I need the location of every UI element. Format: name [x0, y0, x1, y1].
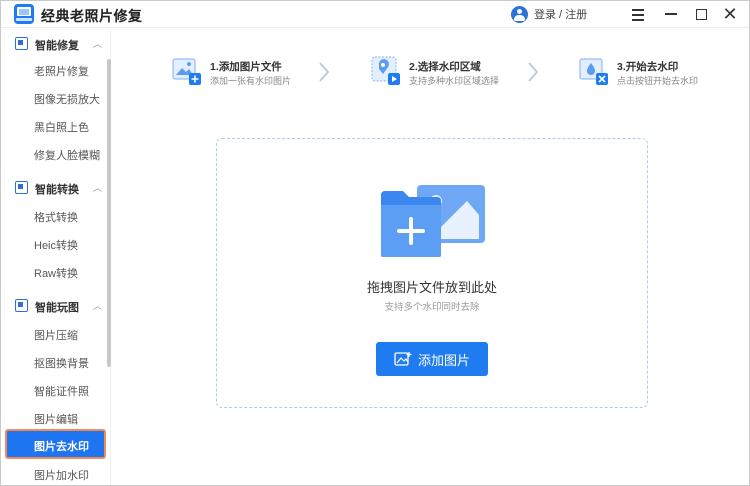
- maximize-icon[interactable]: [691, 4, 711, 24]
- sidebar-item-face-deblur[interactable]: 修复人脸模糊: [1, 142, 106, 166]
- remove-watermark-icon: [579, 58, 608, 85]
- sidebar-item-id-photo[interactable]: 智能证件照: [1, 378, 106, 402]
- repair-icon: [15, 37, 28, 50]
- sidebar-item-cutout-background[interactable]: 抠图换背景: [1, 350, 106, 374]
- sidebar-item-label: 抠图换背景: [34, 358, 89, 370]
- sidebar-item-label: 图片编辑: [34, 414, 78, 426]
- user-avatar-icon: [511, 5, 528, 23]
- sidebar-group-smart-repair[interactable]: 智能修复 ︿: [1, 31, 106, 57]
- step-title: 2.选择水印区域: [409, 61, 481, 73]
- sidebar-item-label: 智能证件照: [34, 386, 89, 398]
- minimize-icon[interactable]: [661, 4, 681, 24]
- sidebar-item-label: 黑白照上色: [34, 122, 89, 134]
- app-window: 经典老照片修复 登录 / 注册 ✕ 智能修复 ︿ 老照片修复 图像无损放大 黑白…: [0, 0, 750, 486]
- sidebar-item-heic-convert[interactable]: Heic转换: [1, 232, 106, 256]
- app-title: 经典老照片修复: [41, 8, 143, 24]
- sidebar-item-label: 修复人脸模糊: [34, 150, 100, 162]
- image-drop-zone[interactable]: 拖拽图片文件放到此处 支持多个水印同时去除 添加图片: [216, 138, 648, 408]
- sidebar-item-old-photo-repair[interactable]: 老照片修复: [1, 58, 106, 82]
- sidebar-group-smart-play[interactable]: 智能玩图 ︿: [1, 293, 106, 319]
- main-content: 1.添加图片文件 添加一张有水印图片 2.选择水印区域 支持多种水印区域选择 3…: [112, 29, 749, 485]
- sidebar-item-lossless-upscale[interactable]: 图像无损放大: [1, 86, 106, 110]
- add-image-button-label: 添加图片: [417, 352, 470, 368]
- sidebar-item-label: 格式转换: [34, 212, 78, 224]
- chevron-right-icon: [319, 62, 330, 82]
- group-label: 智能玩图: [35, 302, 79, 314]
- chevron-up-icon: ︿: [93, 301, 103, 311]
- add-image-icon: [172, 58, 201, 85]
- step-desc: 支持多种水印区域选择: [409, 76, 500, 86]
- sidebar-item-raw-convert[interactable]: Raw转换: [1, 260, 106, 284]
- select-area-icon: [371, 56, 400, 85]
- image-add-icon: [394, 352, 412, 366]
- group-label: 智能转换: [35, 184, 79, 196]
- sidebar-item-label: Raw转换: [34, 268, 79, 280]
- title-bar: 经典老照片修复 登录 / 注册 ✕: [1, 1, 749, 28]
- app-logo-icon: [14, 4, 34, 24]
- folder-image-icon: [381, 185, 485, 257]
- sidebar-item-label: Heic转换: [34, 240, 79, 252]
- sidebar-item-colorize[interactable]: 黑白照上色: [1, 114, 106, 138]
- chevron-up-icon: ︿: [93, 183, 103, 193]
- convert-icon: [15, 181, 28, 194]
- sidebar-item-remove-watermark[interactable]: 图片去水印: [5, 429, 106, 459]
- sidebar-item-label: 图片去水印: [34, 441, 89, 453]
- sidebar-item-label: 老照片修复: [34, 66, 89, 78]
- sidebar-group-smart-convert[interactable]: 智能转换 ︿: [1, 175, 106, 201]
- drop-zone-subtitle: 支持多个水印同时去除: [384, 302, 480, 313]
- close-icon[interactable]: ✕: [720, 4, 740, 24]
- login-register-button[interactable]: 登录 / 注册: [511, 5, 587, 23]
- step-title: 3.开始去水印: [617, 61, 679, 73]
- sidebar-item-format-convert[interactable]: 格式转换: [1, 204, 106, 228]
- step-title: 1.添加图片文件: [210, 61, 282, 73]
- sidebar-item-label: 图片加水印: [34, 470, 89, 482]
- sidebar-item-label: 图片压缩: [34, 330, 78, 342]
- sidebar-item-label: 图像无损放大: [34, 94, 100, 106]
- drop-zone-title: 拖拽图片文件放到此处: [366, 280, 497, 295]
- login-register-label: 登录 / 注册: [534, 9, 588, 21]
- sidebar-item-add-watermark[interactable]: 图片加水印: [1, 462, 106, 485]
- sidebar: 智能修复 ︿ 老照片修复 图像无损放大 黑白照上色 修复人脸模糊 智能转换 ︿ …: [1, 29, 111, 485]
- add-image-button[interactable]: 添加图片: [376, 342, 488, 376]
- hamburger-menu-icon[interactable]: [628, 4, 648, 24]
- sidebar-item-image-compress[interactable]: 图片压缩: [1, 322, 106, 346]
- step-desc: 添加一张有水印图片: [210, 76, 292, 86]
- sidebar-scrollbar[interactable]: [107, 59, 111, 367]
- chevron-up-icon: ︿: [93, 39, 103, 49]
- group-label: 智能修复: [35, 40, 79, 52]
- sidebar-item-image-edit[interactable]: 图片编辑: [1, 406, 106, 430]
- step-desc: 点击按钮开始去水印: [617, 76, 699, 86]
- chevron-right-icon: [528, 62, 539, 82]
- image-play-icon: [15, 299, 28, 312]
